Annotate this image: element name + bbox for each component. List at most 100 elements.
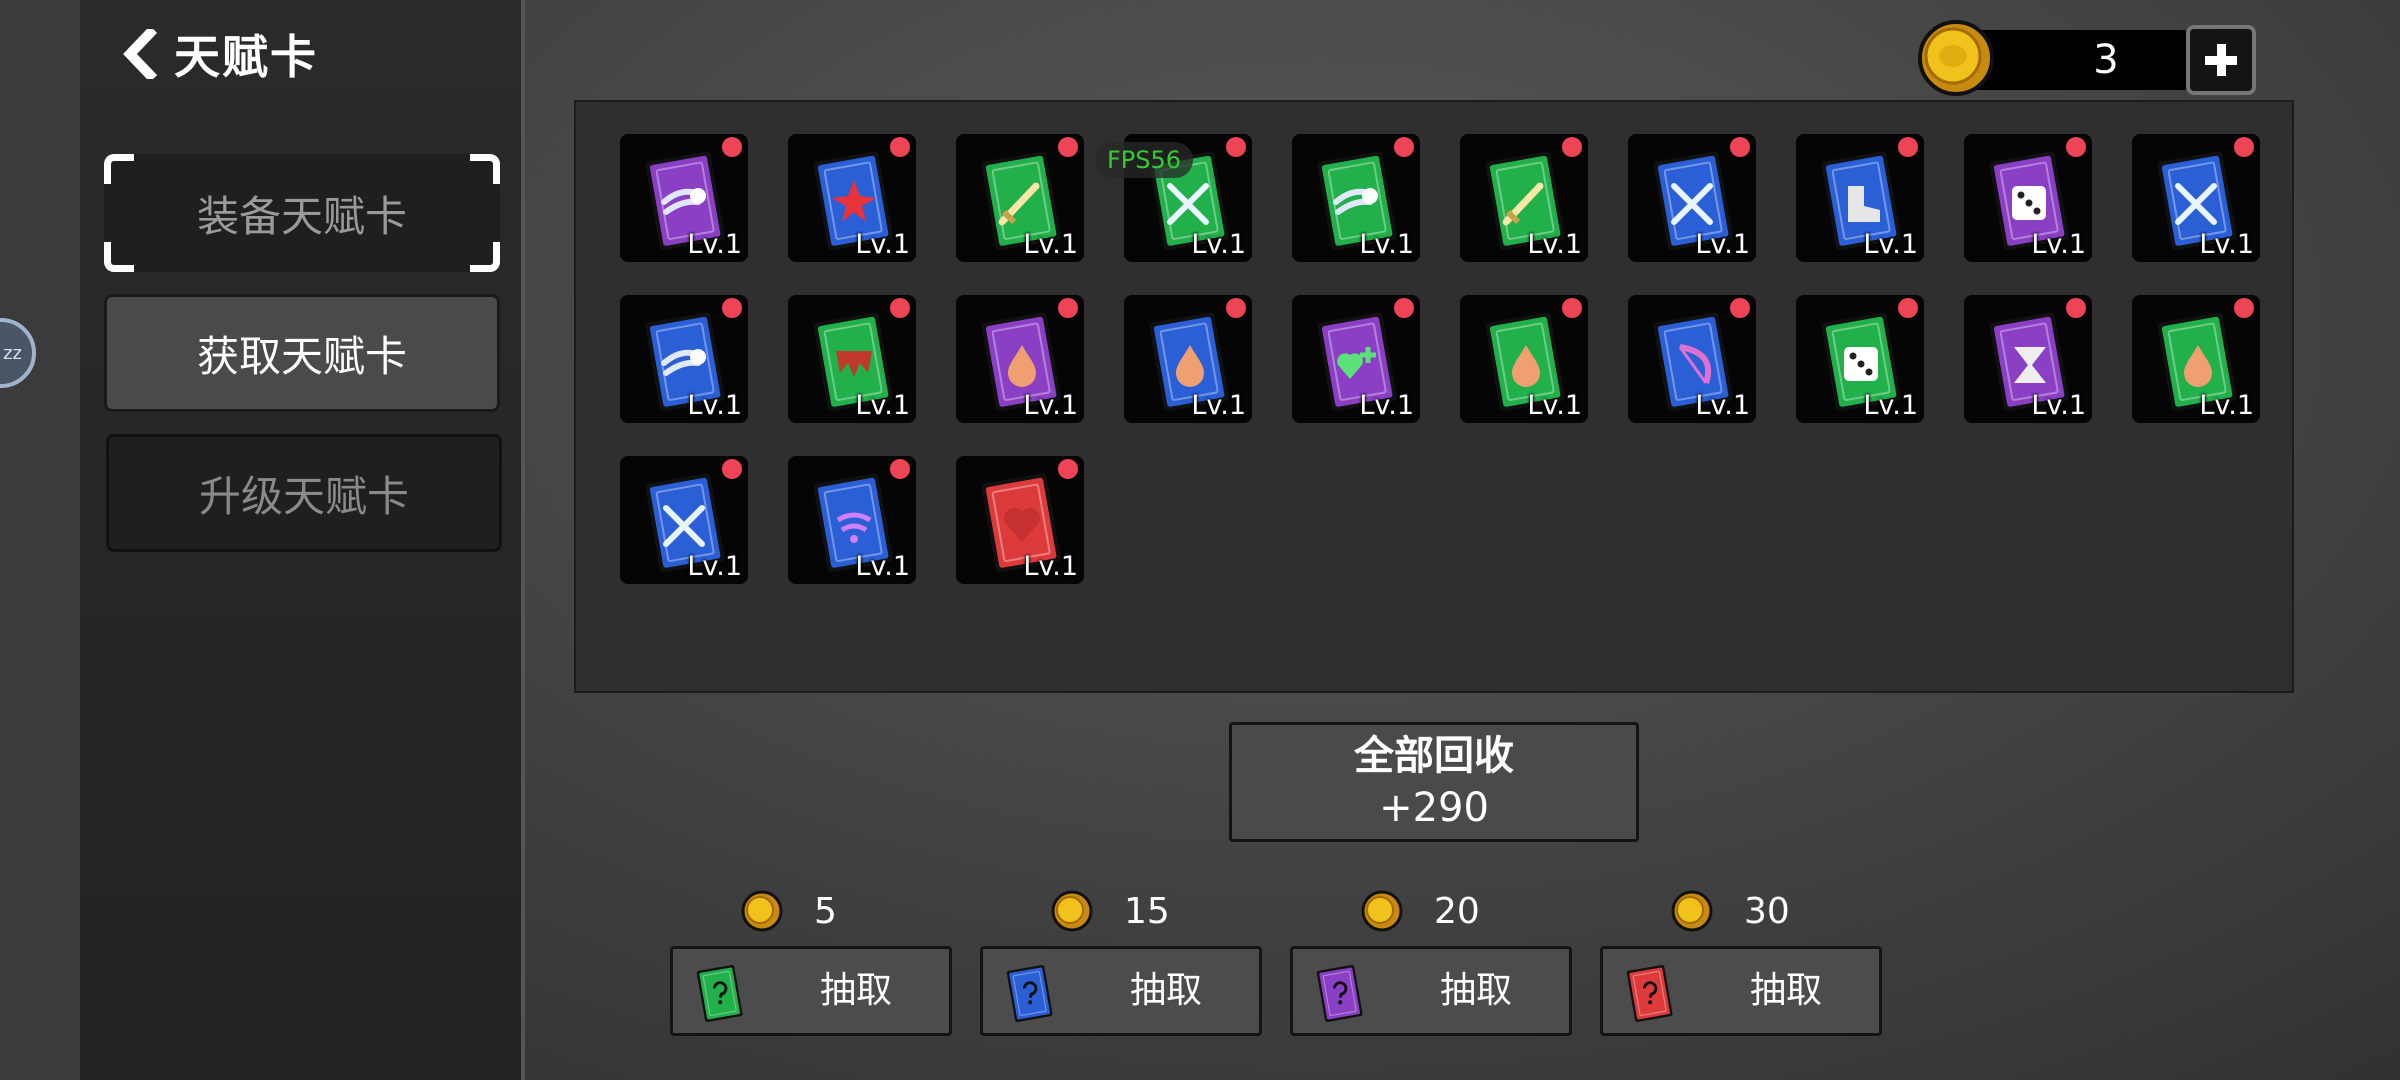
card-level: Lv.1: [855, 551, 910, 582]
card-level: Lv.1: [1695, 390, 1750, 421]
gold-coin-icon: [741, 890, 783, 932]
talent-card[interactable]: Lv.1: [1796, 295, 1924, 423]
new-badge: [890, 298, 910, 318]
talent-card[interactable]: Lv.1: [1628, 134, 1756, 262]
card-level: Lv.1: [1023, 229, 1078, 260]
talent-card[interactable]: Lv.1: [1292, 295, 1420, 423]
card-level: Lv.1: [1023, 551, 1078, 582]
talent-card[interactable]: Lv.1: [1292, 134, 1420, 262]
card-level: Lv.1: [687, 229, 742, 260]
draw-cost: 5: [740, 884, 837, 938]
talent-card[interactable]: Lv.1: [788, 134, 916, 262]
talent-card[interactable]: Lv.1: [956, 134, 1084, 262]
draw-option: 5 抽取: [670, 884, 952, 1036]
draw-cost-value: 20: [1434, 890, 1480, 932]
talent-card[interactable]: Lv.1: [1964, 134, 2092, 262]
draw-button-label: 抽取: [1749, 970, 1822, 1011]
card-level: Lv.1: [687, 390, 742, 421]
talent-card[interactable]: Lv.1: [620, 295, 748, 423]
talent-card[interactable]: Lv.1: [620, 134, 748, 262]
card-level: Lv.1: [687, 551, 742, 582]
new-badge: [2234, 298, 2254, 318]
menu-label: 装备天赋卡: [196, 191, 407, 241]
draw-cost-value: 15: [1124, 890, 1170, 932]
draw-cost: 30: [1670, 884, 1790, 938]
card-level: Lv.1: [2199, 390, 2254, 421]
sidebar: 天赋卡 装备天赋卡 获取天赋卡 升级天赋卡: [80, 0, 525, 1080]
talent-card[interactable]: Lv.1: [956, 295, 1084, 423]
fps-counter: FPS56: [1095, 142, 1194, 178]
new-badge: [1058, 459, 1078, 479]
talent-card[interactable]: Lv.1: [956, 456, 1084, 584]
new-badge: [2066, 137, 2086, 157]
left-edge-strip: [0, 0, 80, 1080]
talent-card[interactable]: Lv.1: [1124, 295, 1252, 423]
talent-card[interactable]: Lv.1: [1460, 295, 1588, 423]
draw-button[interactable]: 抽取: [670, 946, 952, 1036]
talent-card[interactable]: Lv.1: [788, 295, 916, 423]
talent-card[interactable]: Lv.1: [1796, 134, 1924, 262]
new-badge: [1394, 137, 1414, 157]
draw-button[interactable]: 抽取: [1600, 946, 1882, 1036]
draw-option: 15 抽取: [980, 884, 1262, 1036]
new-badge: [1562, 137, 1582, 157]
card-level: Lv.1: [1191, 390, 1246, 421]
recycle-label: 全部回收: [1354, 733, 1514, 779]
card-level: Lv.1: [2199, 229, 2254, 260]
recycle-value: +290: [1379, 785, 1489, 831]
card-level: Lv.1: [1191, 229, 1246, 260]
new-badge: [1898, 298, 1918, 318]
mystery-card-icon: [1006, 964, 1053, 1022]
draw-cost-value: 30: [1744, 890, 1790, 932]
talent-card[interactable]: Lv.1: [2132, 295, 2260, 423]
draw-button-label: 抽取: [819, 970, 892, 1011]
talent-card[interactable]: Lv.1: [1964, 295, 2092, 423]
draw-button[interactable]: 抽取: [1290, 946, 1572, 1036]
back-button[interactable]: 天赋卡: [120, 24, 318, 84]
talent-card[interactable]: Lv.1: [1460, 134, 1588, 262]
new-badge: [1226, 137, 1246, 157]
mystery-card-icon: [1316, 964, 1363, 1022]
menu-get-talent-card[interactable]: 获取天赋卡: [104, 294, 500, 412]
new-badge: [722, 137, 742, 157]
menu-label: 升级天赋卡: [198, 471, 409, 521]
gold-coin-icon: [1671, 890, 1713, 932]
draw-cost-value: 5: [814, 890, 837, 932]
talent-card[interactable]: Lv.1: [2132, 134, 2260, 262]
new-badge: [2234, 137, 2254, 157]
talent-card[interactable]: Lv.1: [1628, 295, 1756, 423]
new-badge: [1058, 137, 1078, 157]
menu-upgrade-talent-card[interactable]: 升级天赋卡: [106, 434, 502, 552]
new-badge: [2066, 298, 2086, 318]
gold-coin-icon: [1361, 890, 1403, 932]
new-badge: [890, 459, 910, 479]
talent-card[interactable]: Lv.1: [788, 456, 916, 584]
new-badge: [1562, 298, 1582, 318]
draw-button-label: 抽取: [1439, 970, 1512, 1011]
new-badge: [722, 459, 742, 479]
talent-card-grid: Lv.1 Lv.1 Lv.1 Lv.1 Lv.1 Lv.1 Lv.1 Lv.1 Lv.1 Lv.1…: [574, 100, 2294, 693]
chevron-left-icon: [123, 29, 158, 79]
card-level: Lv.1: [2031, 229, 2086, 260]
recycle-all-button[interactable]: 全部回收 +290: [1229, 722, 1639, 842]
card-level: Lv.1: [1863, 390, 1918, 421]
card-level: Lv.1: [1695, 229, 1750, 260]
selection-corner: [470, 242, 500, 272]
talent-card[interactable]: Lv.1: [620, 456, 748, 584]
add-coin-button[interactable]: [2186, 25, 2256, 95]
new-badge: [890, 137, 910, 157]
new-badge: [1898, 137, 1918, 157]
mystery-card-icon: [1626, 964, 1673, 1022]
menu-label: 获取天赋卡: [196, 331, 407, 381]
draw-option: 30 抽取: [1600, 884, 1882, 1036]
card-level: Lv.1: [1863, 229, 1918, 260]
new-badge: [722, 298, 742, 318]
menu-equip-talent-card[interactable]: 装备天赋卡: [104, 154, 500, 272]
card-level: Lv.1: [1527, 390, 1582, 421]
currency-bar: 3: [1916, 18, 2256, 100]
draw-button[interactable]: 抽取: [980, 946, 1262, 1036]
card-level: Lv.1: [1359, 229, 1414, 260]
new-badge: [1394, 298, 1414, 318]
draw-cost: 15: [1050, 884, 1170, 938]
mystery-card-icon: [696, 964, 743, 1022]
